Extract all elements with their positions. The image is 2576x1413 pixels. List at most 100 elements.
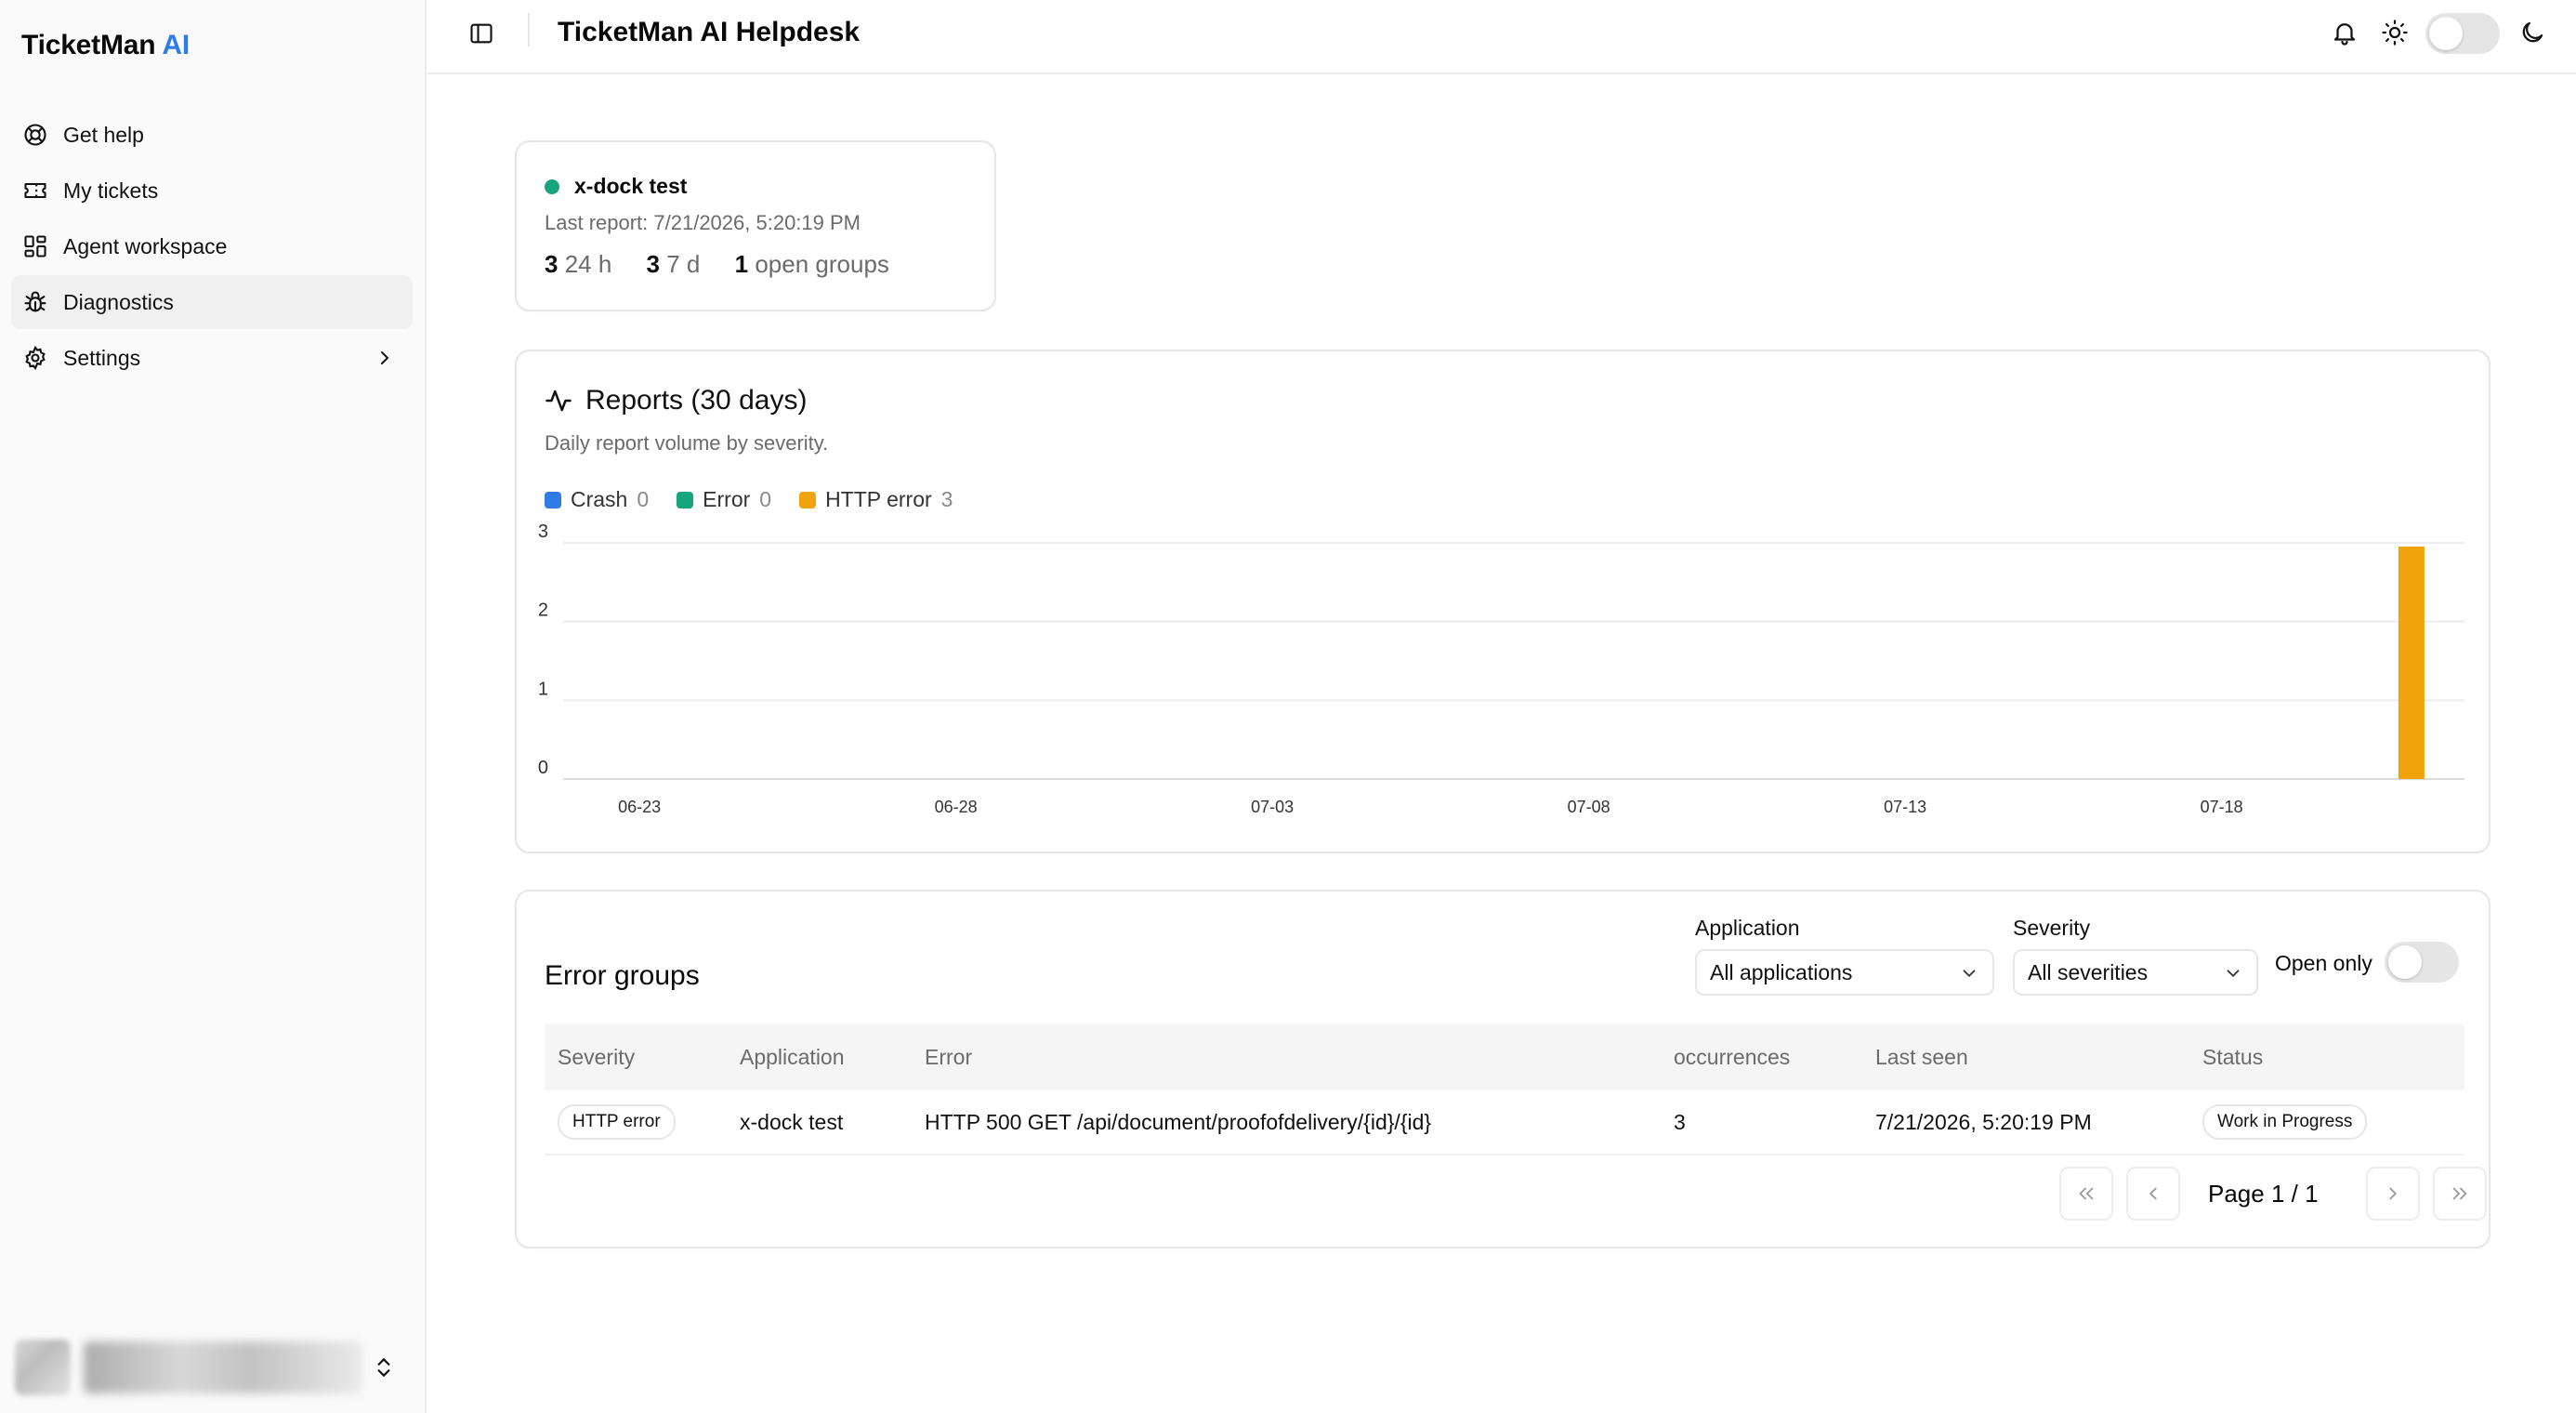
page-indicator: Page 1 / 1 <box>2208 1180 2319 1208</box>
severity-filter-label: Severity <box>2013 916 2091 940</box>
sidebar-item-agent-workspace[interactable]: Agent workspace <box>11 219 413 273</box>
chart-legend: Crash 0 Error 0 HTTP error 3 <box>545 487 980 512</box>
ticket-icon <box>24 182 46 199</box>
theme-toggle[interactable] <box>2425 13 2500 54</box>
sidebar-item-label: Settings <box>63 345 141 370</box>
sidebar-item-label: Agent workspace <box>63 233 228 258</box>
reports-chart-card: 0 1 2 3 06-23 06-28 07-03 07-08 07-13 07-18 Repor… <box>515 350 2491 853</box>
sidebar-item-my-tickets[interactable]: My tickets <box>11 164 413 218</box>
cell-status: Work in Progress <box>2202 1104 2464 1140</box>
stat-value: 1 <box>734 250 749 278</box>
sidebar-item-diagnostics[interactable]: Diagnostics <box>11 275 413 329</box>
chevron-down-icon <box>2227 970 2240 978</box>
legend-item-error[interactable]: Error 0 <box>677 487 771 512</box>
legend-label: HTTP error <box>825 487 932 511</box>
chevron-right-icon <box>381 351 389 364</box>
error-groups-card: Error groups Application All application… <box>515 890 2491 1248</box>
legend-count: 0 <box>637 487 650 511</box>
cell-occurrences: 3 <box>1674 1109 1686 1134</box>
user-menu[interactable] <box>11 1333 413 1402</box>
column-header-error[interactable]: Error <box>925 1045 1674 1070</box>
stat-label: 24 h <box>564 250 612 278</box>
legend-label: Error <box>703 487 751 511</box>
column-header-severity[interactable]: Severity <box>545 1045 740 1070</box>
toggle-knob <box>2388 945 2422 979</box>
x-tick-label: 07-18 <box>2201 798 2243 816</box>
table-row[interactable]: HTTP error x-dock test HTTP 500 GET /api… <box>545 1090 2464 1155</box>
column-header-application[interactable]: Application <box>740 1045 925 1070</box>
stat-value: 3 <box>646 250 661 278</box>
stat-value: 3 <box>545 250 559 278</box>
severity-select-value: All severities <box>2028 959 2149 984</box>
x-tick-label: 06-28 <box>935 798 978 816</box>
application-select-value: All applications <box>1710 959 1853 984</box>
stat-label: open groups <box>755 250 889 278</box>
status-badge: Work in Progress <box>2202 1104 2368 1140</box>
stat-label: 7 d <box>666 250 701 278</box>
column-header-occurrences[interactable]: occurrences <box>1674 1045 1875 1070</box>
cell-error: HTTP 500 GET /api/document/proofofdelive… <box>925 1109 1432 1134</box>
bell-icon[interactable] <box>2331 19 2359 46</box>
brand-suffix: AI <box>162 30 191 60</box>
bar-http-error <box>2398 547 2425 779</box>
open-only-label: Open only <box>2275 951 2372 975</box>
x-tick-label: 07-08 <box>1568 798 1610 816</box>
header-divider <box>528 13 530 46</box>
app-name: x-dock test <box>574 174 688 198</box>
cell-application: x-dock test <box>740 1109 844 1134</box>
chevron-left-icon <box>2149 1187 2157 1200</box>
chevron-down-icon <box>1963 970 1976 978</box>
avatar <box>15 1340 71 1395</box>
section-title: Error groups <box>545 960 700 991</box>
first-page-button[interactable] <box>2059 1167 2113 1221</box>
chart-title: Reports (30 days) <box>585 385 808 416</box>
sun-icon[interactable] <box>2381 19 2409 46</box>
cell-last-seen: 7/21/2026, 5:20:19 PM <box>1875 1109 2092 1134</box>
chevron-up-down-icon <box>377 1357 390 1378</box>
y-tick-label: 2 <box>538 601 548 621</box>
brand-logo[interactable]: TicketMan AI <box>21 30 190 61</box>
x-tick-label: 07-03 <box>1251 798 1294 816</box>
activity-icon <box>545 390 572 412</box>
sidebar-item-label: My tickets <box>63 178 159 203</box>
x-tick-label: 06-23 <box>618 798 661 816</box>
reports-chart: 0 1 2 3 06-23 06-28 07-03 07-08 07-13 07-18 <box>538 522 2464 816</box>
application-filter-label: Application <box>1695 916 1800 940</box>
error-groups-table: Severity Application Error occurrences L… <box>545 1023 2464 1155</box>
bug-icon <box>24 291 46 312</box>
x-tick-label: 07-13 <box>1884 798 1926 816</box>
lifebuoy-icon <box>24 124 46 146</box>
legend-swatch <box>677 491 694 508</box>
severity-select[interactable]: All severities <box>2013 949 2258 996</box>
y-tick-label: 1 <box>538 679 548 699</box>
sidebar-item-settings[interactable]: Settings <box>11 331 413 385</box>
y-tick-label: 0 <box>538 758 548 778</box>
chevrons-left-icon <box>2079 1187 2094 1200</box>
legend-item-crash[interactable]: Crash 0 <box>545 487 649 512</box>
open-only-toggle[interactable] <box>2385 942 2459 983</box>
sidebar-toggle-icon[interactable] <box>468 20 494 46</box>
moon-icon[interactable] <box>2518 19 2546 46</box>
toggle-knob <box>2429 17 2463 50</box>
column-header-status[interactable]: Status <box>2202 1045 2464 1070</box>
app-status-card[interactable]: x-dock test Last report: 7/21/2026, 5:20… <box>515 140 996 311</box>
user-name-redacted <box>84 1341 362 1393</box>
legend-swatch <box>799 491 817 508</box>
sidebar-item-label: Diagnostics <box>63 289 174 314</box>
legend-swatch <box>545 491 561 508</box>
gear-icon <box>25 345 46 371</box>
status-dot <box>545 179 559 194</box>
last-report: Last report: 7/21/2026, 5:20:19 PM <box>545 211 861 234</box>
legend-count: 3 <box>940 487 953 511</box>
sidebar-item-get-help[interactable]: Get help <box>11 108 413 162</box>
last-page-button[interactable] <box>2433 1167 2487 1221</box>
column-header-last-seen[interactable]: Last seen <box>1875 1045 2202 1070</box>
next-page-button[interactable] <box>2366 1167 2420 1221</box>
previous-page-button[interactable] <box>2126 1167 2180 1221</box>
chevron-right-icon <box>2389 1187 2398 1200</box>
legend-item-http-error[interactable]: HTTP error 3 <box>799 487 953 512</box>
page-title: TicketMan AI Helpdesk <box>558 17 861 47</box>
application-select[interactable]: All applications <box>1695 949 1994 996</box>
severity-badge: HTTP error <box>558 1104 676 1140</box>
top-header: TicketMan AI Helpdesk <box>427 0 2576 74</box>
